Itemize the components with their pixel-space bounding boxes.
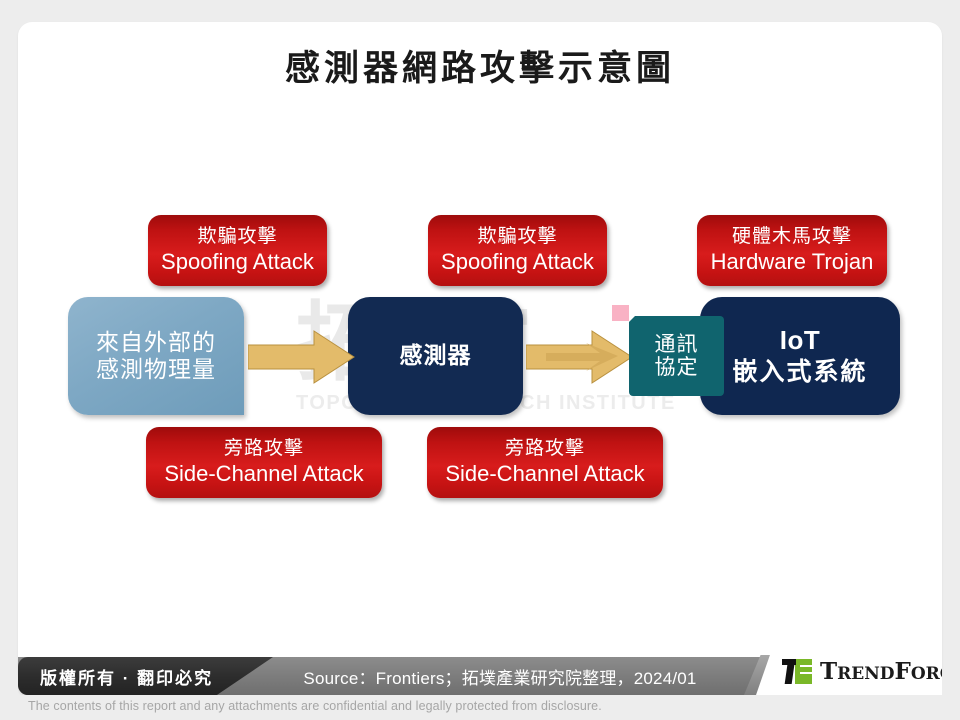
slide-canvas: 感測器網路攻擊示意圖 拓墣T TOPOLOGY RESEARCH INSTITU…: [0, 0, 960, 720]
node-protocol-line1: 通訊: [654, 332, 699, 356]
trendforce-wordmark: TRENDFORCE: [820, 657, 960, 685]
page-title: 感測器網路攻擊示意圖: [284, 48, 675, 89]
attack-label-en: Side-Channel Attack: [164, 461, 364, 487]
node-protocol: 通訊 協定: [629, 316, 724, 396]
attack-box-side-channel-center: 旁路攻擊 Side-Channel Attack: [427, 427, 663, 498]
trendforce-logo: TRENDFORCE: [744, 641, 942, 695]
logo-plate: TRENDFORCE: [756, 647, 942, 695]
node-iot-system: IoT 嵌入式系統: [700, 297, 900, 415]
pink-accent-marker: [612, 305, 629, 321]
wordmark-orce: ORCE: [910, 663, 960, 684]
source-note: Source：Frontiers；拓墣產業研究院整理，2024/01: [303, 668, 697, 688]
node-sensor-label: 感測器: [399, 342, 472, 369]
attack-label-en: Spoofing Attack: [161, 249, 314, 275]
attack-label-en: Spoofing Attack: [441, 249, 594, 275]
attack-box-hardware-trojan: 硬體木馬攻擊 Hardware Trojan: [697, 215, 887, 286]
node-external-input-line2: 感測物理量: [96, 356, 216, 382]
trendforce-mark-icon: [782, 658, 812, 684]
node-protocol-line2: 協定: [654, 356, 699, 379]
wordmark-rend: REND: [837, 663, 895, 684]
arrow-input-to-sensor: [248, 330, 355, 384]
attack-box-spoofing-sensor-input: 欺騙攻擊 Spoofing Attack: [148, 215, 327, 286]
node-sensor: 感測器: [348, 297, 523, 415]
arrow-sensor-to-protocol: [526, 330, 633, 384]
disclaimer-text: The contents of this report and any atta…: [28, 699, 602, 713]
attack-label-cn: 旁路攻擊: [223, 437, 304, 459]
attack-box-spoofing-sensor-output: 欺騙攻擊 Spoofing Attack: [428, 215, 607, 286]
node-external-input: 來自外部的 感測物理量: [68, 297, 244, 415]
attack-label-cn: 旁路攻擊: [504, 437, 585, 459]
attack-label-cn: 硬體木馬攻擊: [731, 225, 852, 247]
node-iot-label-en: IoT: [779, 324, 821, 355]
attack-label-cn: 欺騙攻擊: [197, 225, 278, 247]
copyright-text: 版權所有 · 翻印必究: [40, 668, 214, 688]
wordmark-t: T: [820, 657, 838, 685]
attack-label-en: Hardware Trojan: [710, 249, 874, 275]
attack-box-side-channel-left: 旁路攻擊 Side-Channel Attack: [146, 427, 382, 498]
attack-label-cn: 欺騙攻擊: [477, 225, 558, 247]
wordmark-f: F: [894, 657, 911, 685]
node-iot-label-cn: 嵌入式系統: [732, 357, 868, 386]
node-external-input-line1: 來自外部的: [96, 328, 216, 355]
attack-label-en: Side-Channel Attack: [445, 461, 645, 487]
